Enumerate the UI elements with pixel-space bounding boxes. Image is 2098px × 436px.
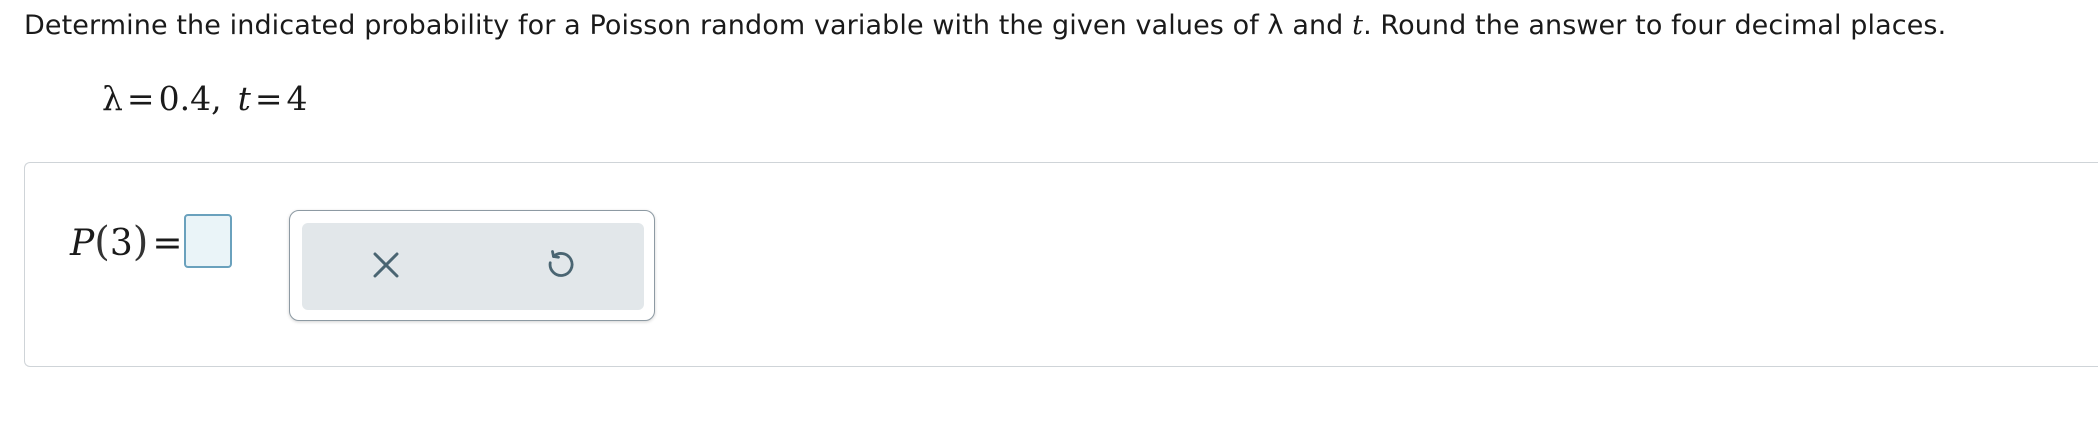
question-part-3: . Round the answer to four decimal place… <box>1363 10 1947 41</box>
close-icon <box>371 250 401 284</box>
undo-icon <box>543 248 577 286</box>
answer-toolbar-inner <box>302 223 644 310</box>
t-label: t <box>237 79 251 118</box>
open-paren: ( <box>94 219 110 265</box>
reset-button[interactable] <box>542 249 578 285</box>
t-value: 4 <box>286 79 308 118</box>
close-paren: ) <box>132 219 149 265</box>
params-comma: , <box>211 79 222 118</box>
question-text: Determine the indicated probability for … <box>24 8 1946 44</box>
probability-function: P <box>70 223 95 264</box>
question-part-2: and <box>1283 10 1353 41</box>
lambda-symbol: λ <box>1267 10 1284 41</box>
answer-toolbar <box>289 210 655 321</box>
probability-expression: P(3) = <box>70 217 183 269</box>
probability-argument: 3 <box>109 223 133 264</box>
lambda-label: λ <box>102 79 123 118</box>
t-equals: = <box>254 79 283 118</box>
clear-button[interactable] <box>368 249 404 285</box>
given-values: λ = 0.4, t = 4 <box>102 78 307 120</box>
lambda-value: 0.4 <box>158 79 212 118</box>
t-symbol: t <box>1352 10 1364 41</box>
question-part-1: Determine the indicated probability for … <box>24 10 1268 41</box>
probability-equals: = <box>152 223 183 264</box>
answer-input[interactable] <box>184 214 232 268</box>
lambda-equals: = <box>126 79 155 118</box>
